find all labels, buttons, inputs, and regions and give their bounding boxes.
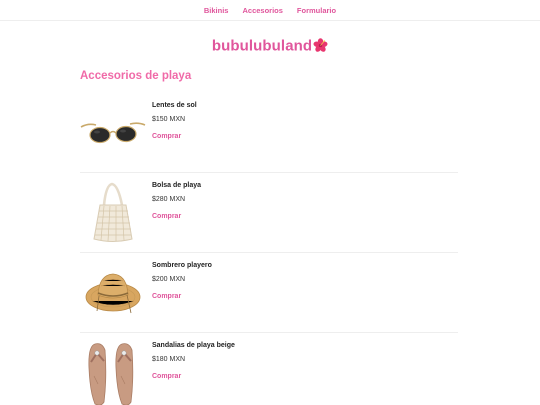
product-name: Sandalias de playa beige [152,342,235,349]
buy-button[interactable]: Comprar [152,293,181,300]
nav-link-bikinis[interactable]: Bikinis [204,6,229,15]
product-price: $150 MXN [152,116,186,123]
product-card-sombrero-playero: Sombrero playero $200 MXN Comprar [80,253,458,333]
site-brand: bubulubuland [0,37,540,55]
beach-bag-image [80,173,146,253]
product-name: Bolsa de playa [152,182,202,189]
product-name: Lentes de sol [152,102,197,109]
top-navigation: Bikinis Accesorios Formulario [0,0,540,21]
product-price: $280 MXN [152,196,186,203]
product-price: $200 MXN [152,276,186,283]
nav-link-formulario[interactable]: Formulario [297,6,336,15]
product-price: $180 MXN [152,356,186,363]
straw-hat-image [80,253,146,333]
buy-button[interactable]: Comprar [152,373,181,380]
nav-link-accesorios[interactable]: Accesorios [242,6,282,15]
section-title: Accesorios de playa [80,70,192,82]
brand-name: bubulubuland [211,37,313,55]
buy-button[interactable]: Comprar [152,213,181,220]
hibiscus-icon [313,38,328,53]
product-card-lentes-de-sol: Lentes de sol $150 MXN Comprar [80,93,458,173]
product-card-sandalias-de-playa-beige: Sandalias de playa beige $180 MXN Compra… [80,333,458,405]
product-name: Sombrero playero [152,262,212,269]
sandals-image [80,333,146,405]
product-card-bolsa-de-playa: Bolsa de playa $280 MXN Comprar [80,173,458,253]
sunglasses-image [80,93,146,173]
buy-button[interactable]: Comprar [152,133,181,140]
